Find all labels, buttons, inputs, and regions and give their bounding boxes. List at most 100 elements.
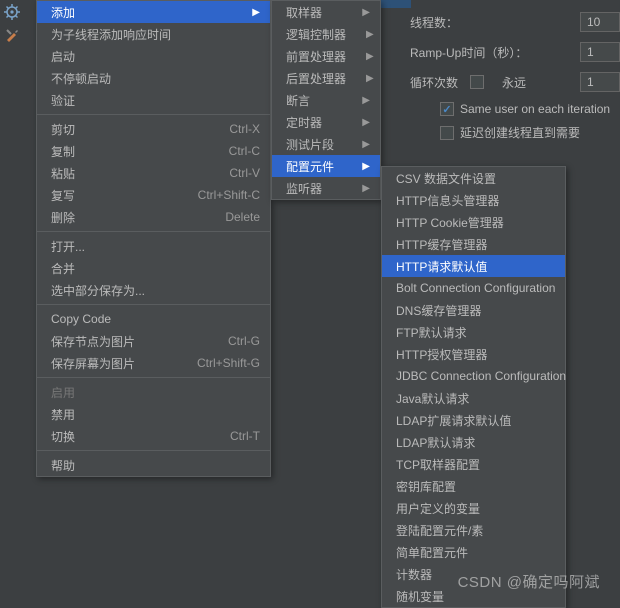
add-submenu-item[interactable]: 取样器▶ <box>272 1 380 23</box>
menu-shortcut: Ctrl-C <box>229 144 260 158</box>
config-submenu-item[interactable]: 登陆配置元件/素 <box>382 519 565 541</box>
menu-item-label: TCP取样器配置 <box>396 456 480 473</box>
threads-input[interactable] <box>580 12 620 32</box>
config-submenu-item[interactable]: LDAP扩展请求默认值 <box>382 409 565 431</box>
chevron-right-icon: ▶ <box>362 161 370 172</box>
menu-item-label: 随机变量 <box>396 588 444 605</box>
menu-item-label: 合并 <box>51 260 75 277</box>
menu-item-label: 剪切 <box>51 121 75 138</box>
menu-item-label: 启用 <box>51 384 75 401</box>
rampup-label: Ramp-Up时间（秒）： <box>410 44 527 61</box>
add-submenu: 取样器▶逻辑控制器▶前置处理器▶后置处理器▶断言▶定时器▶测试片段▶配置元件▶监… <box>271 0 381 200</box>
add-submenu-item[interactable]: 前置处理器▶ <box>272 45 380 67</box>
config-submenu-item[interactable]: LDAP默认请求 <box>382 431 565 453</box>
context-menu-item[interactable]: 复写 Ctrl+Shift-C <box>37 184 270 206</box>
menu-shortcut: Ctrl+Shift-C <box>198 188 260 202</box>
config-submenu-item[interactable]: 用户定义的变量 <box>382 497 565 519</box>
menu-item-label: 测试片段 <box>286 136 334 153</box>
menu-item-label: 密钥库配置 <box>396 478 456 495</box>
add-submenu-item[interactable]: 后置处理器▶ <box>272 67 380 89</box>
gear-icon[interactable] <box>4 4 20 23</box>
context-menu-item[interactable]: 为子线程添加响应时间 <box>37 23 270 45</box>
config-submenu-item[interactable]: HTTP信息头管理器 <box>382 189 565 211</box>
menu-item-label: 为子线程添加响应时间 <box>51 26 171 43</box>
context-menu-item[interactable]: 切换Ctrl-T <box>37 425 270 447</box>
same-user-checkbox[interactable] <box>440 102 454 116</box>
menu-item-label: 禁用 <box>51 406 75 423</box>
menu-item-label: Java默认请求 <box>396 390 469 407</box>
delay-create-checkbox[interactable] <box>440 126 454 140</box>
context-menu-item[interactable]: 打开... <box>37 235 270 257</box>
menu-item-label: 复写 <box>51 187 75 204</box>
context-menu-item[interactable]: 删除Delete <box>37 206 270 228</box>
menu-item-label: 逻辑控制器 <box>286 26 346 43</box>
threads-label: 线程数： <box>410 14 458 31</box>
menu-item-label: HTTP缓存管理器 <box>396 236 487 253</box>
context-menu-item[interactable]: 帮助 <box>37 454 270 476</box>
menu-item-label: HTTP请求默认值 <box>396 258 487 275</box>
menu-shortcut: Ctrl-G <box>228 334 260 348</box>
context-menu-item[interactable]: 粘贴Ctrl-V <box>37 162 270 184</box>
menu-item-label: 保存屏幕为图片 <box>51 355 135 372</box>
context-menu-item[interactable]: 选中部分保存为... <box>37 279 270 301</box>
forever-checkbox[interactable] <box>470 75 484 89</box>
chevron-right-icon: ▶ <box>362 139 370 150</box>
chevron-right-icon: ▶ <box>252 7 260 18</box>
context-menu-item[interactable]: 保存屏幕为图片Ctrl+Shift-G <box>37 352 270 374</box>
add-submenu-item[interactable]: 测试片段 ▶ <box>272 133 380 155</box>
menu-item-label: 断言 <box>286 92 310 109</box>
context-menu-item[interactable]: 保存节点为图片Ctrl-G <box>37 330 270 352</box>
menu-separator <box>37 450 270 451</box>
add-submenu-item[interactable]: 监听器▶ <box>272 177 380 199</box>
menu-shortcut: Delete <box>225 210 260 224</box>
menu-item-label: 配置元件 <box>286 158 334 175</box>
context-menu-item[interactable]: 复制Ctrl-C <box>37 140 270 162</box>
config-submenu-item[interactable]: DNS缓存管理器 <box>382 299 565 321</box>
menu-item-label: 打开... <box>51 238 85 255</box>
loop-label: 循环次数 <box>410 74 458 91</box>
chevron-right-icon: ▶ <box>362 95 370 106</box>
menu-shortcut: Ctrl-X <box>229 122 260 136</box>
menu-item-label: 后置处理器 <box>286 70 346 87</box>
context-menu-item[interactable]: 不停顿启动 <box>37 67 270 89</box>
add-submenu-item[interactable]: 配置元件 ▶ <box>272 155 380 177</box>
loop-input[interactable] <box>580 72 620 92</box>
watermark: CSDN @确定吗阿斌 <box>458 571 600 592</box>
menu-item-label: 监听器 <box>286 180 322 197</box>
config-submenu-item[interactable]: 简单配置元件 <box>382 541 565 563</box>
context-menu-item[interactable]: 启用 <box>37 381 270 403</box>
config-submenu-item[interactable]: 密钥库配置 <box>382 475 565 497</box>
config-submenu-item[interactable]: Bolt Connection Configuration <box>382 277 565 299</box>
menu-item-label: 不停顿启动 <box>51 70 111 87</box>
config-element-submenu: CSV 数据文件设置HTTP信息头管理器HTTP Cookie管理器 HTTP缓存… <box>381 166 566 608</box>
thread-group-panel: 线程数： Ramp-Up时间（秒）： 循环次数 永远 Same user on … <box>400 0 620 149</box>
config-submenu-item[interactable]: JDBC Connection Configuration <box>382 365 565 387</box>
chevron-right-icon: ▶ <box>362 117 370 128</box>
config-submenu-item[interactable]: HTTP授权管理器 <box>382 343 565 365</box>
menu-shortcut: Ctrl-V <box>229 166 260 180</box>
context-menu-item[interactable]: 合并 <box>37 257 270 279</box>
context-menu: 添加▶ 为子线程添加响应时间启动不停顿启动验证剪切 Ctrl-X 复制Ctrl-C粘贴… <box>36 0 271 477</box>
context-menu-item[interactable]: 添加▶ <box>37 1 270 23</box>
add-submenu-item[interactable]: 断言 ▶ <box>272 89 380 111</box>
config-submenu-item[interactable]: HTTP请求默认值 <box>382 255 565 277</box>
add-submenu-item[interactable]: 定时器▶ <box>272 111 380 133</box>
context-menu-item[interactable]: 剪切 Ctrl-X <box>37 118 270 140</box>
context-menu-item[interactable]: 验证 <box>37 89 270 111</box>
add-submenu-item[interactable]: 逻辑控制器▶ <box>272 23 380 45</box>
config-submenu-item[interactable]: TCP取样器配置 <box>382 453 565 475</box>
tools-icon[interactable] <box>4 27 20 46</box>
menu-separator <box>37 231 270 232</box>
config-submenu-item[interactable]: HTTP缓存管理器 <box>382 233 565 255</box>
config-submenu-item[interactable]: HTTP Cookie管理器 <box>382 211 565 233</box>
config-submenu-item[interactable]: FTP默认请求 <box>382 321 565 343</box>
config-submenu-item[interactable]: Java默认请求 <box>382 387 565 409</box>
context-menu-item[interactable]: Copy Code <box>37 308 270 330</box>
context-menu-item[interactable]: 禁用 <box>37 403 270 425</box>
rampup-input[interactable] <box>580 42 620 62</box>
menu-item-label: FTP默认请求 <box>396 324 467 341</box>
menu-item-label: 选中部分保存为... <box>51 282 145 299</box>
config-submenu-item[interactable]: CSV 数据文件设置 <box>382 167 565 189</box>
menu-item-label: 验证 <box>51 92 75 109</box>
context-menu-item[interactable]: 启动 <box>37 45 270 67</box>
